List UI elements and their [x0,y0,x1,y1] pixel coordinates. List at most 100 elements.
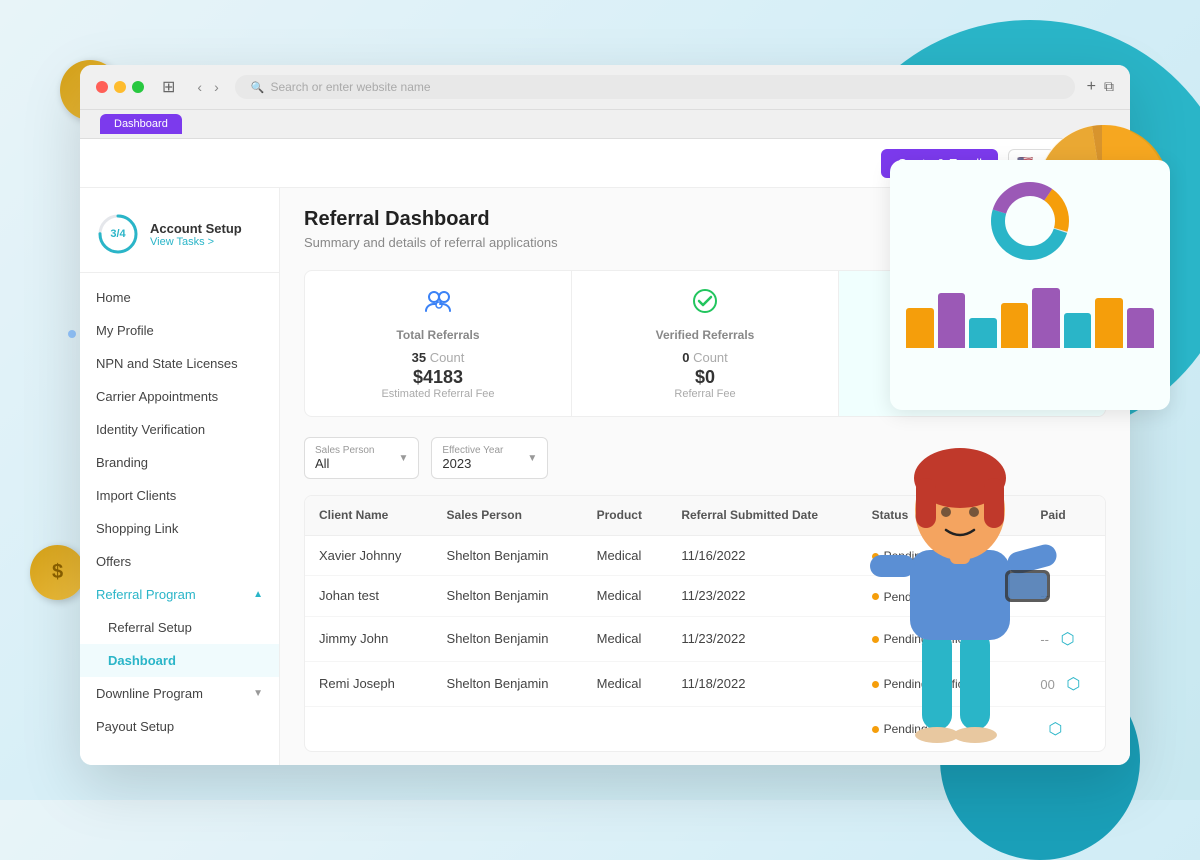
sidebar-item-home[interactable]: Home [80,281,279,314]
action-icon-2[interactable]: ⬡ [1061,631,1075,648]
cell-status-3: Pending Verification [858,661,1027,706]
active-tab[interactable]: Dashboard [100,114,182,134]
back-button[interactable]: ‹ [193,77,206,97]
minimize-button[interactable] [114,81,126,93]
verified-referrals-icon [592,287,818,322]
cell-product-4 [583,706,668,751]
cell-status-2: Pending Verification [858,616,1027,661]
coin-left: $ [30,545,85,600]
cell-date-2: 11/23/2022 [667,616,857,661]
home-label: Home [96,290,131,305]
effective-year-label: Effective Year [442,445,503,456]
sidebar-item-referral-setup[interactable]: Referral Setup [80,611,279,644]
cell-client-4 [305,706,433,751]
referral-table-element: Client Name Sales Person Product Referra… [305,496,1105,751]
stat-total-referrals: Total Referrals 35 Count $4183 Estimated… [305,271,572,416]
status-info-icon[interactable]: ⓘ [915,509,929,523]
th-product: Product [583,496,668,535]
cell-product-1: Medical [583,576,668,617]
chart-overlay [890,160,1170,410]
sidebar-item-my-profile[interactable]: My Profile [80,314,279,347]
sales-person-label: Sales Person [315,445,374,456]
sidebar-item-dashboard[interactable]: Dashboard [80,644,279,677]
referral-setup-label: Referral Setup [108,620,192,635]
cell-product-2: Medical [583,616,668,661]
sidebar-item-carrier-appointments[interactable]: Carrier Appointments [80,380,279,413]
donut-chart [906,176,1154,266]
action-icon-4[interactable]: ⬡ [1048,721,1062,738]
view-tasks-link[interactable]: View Tasks > [150,236,242,248]
cell-sales-3: Shelton Benjamin [433,661,583,706]
sidebar-item-branding[interactable]: Branding [80,446,279,479]
effective-year-filter[interactable]: Effective Year 2023 ▼ [431,437,548,479]
sidebar-item-downline-program[interactable]: Downline Program ▼ [80,677,279,710]
cell-paid-1: -- [1026,576,1105,617]
sidebar-item-npn-licenses[interactable]: NPN and State Licenses [80,347,279,380]
progress-text: 3/4 [110,228,125,240]
action-icon-3[interactable]: ⬡ [1066,676,1080,693]
sales-person-filter-inner: Sales Person All [315,445,374,471]
deco-dot-2 [68,330,76,338]
verified-referrals-sublabel: Referral Fee [592,388,818,400]
bar-1 [938,293,966,348]
account-setup: 3/4 Account Setup View Tasks > [80,204,279,273]
address-bar[interactable]: 🔍 Search or enter website name [235,75,1075,99]
sidebar-item-offers[interactable]: Offers [80,545,279,578]
downline-expand-icon: ▼ [253,688,263,699]
sidebar-toggle-icon[interactable]: ⊞ [156,75,181,99]
table-row: Remi JosephShelton BenjaminMedical11/18/… [305,661,1105,706]
cell-status-1: Pending Verification [858,576,1027,617]
effective-year-value: 2023 [442,456,503,471]
effective-year-filter-inner: Effective Year 2023 [442,445,503,471]
total-referrals-icon [325,287,551,322]
cell-sales-4 [433,706,583,751]
referral-program-label: Referral Program [96,587,196,602]
bar-6 [1095,298,1123,348]
referral-expand-icon: ▲ [253,589,263,600]
effective-year-chevron: ▼ [527,453,537,464]
bar-3 [1001,303,1029,348]
th-referral-date: Referral Submitted Date [667,496,857,535]
cell-client-2: Jimmy John [305,616,433,661]
stat-verified-referrals: Verified Referrals 0 Count $0 Referral F… [572,271,839,416]
forward-button[interactable]: › [210,77,223,97]
cell-paid-4: ⬡ [1026,706,1105,751]
new-tab-icon[interactable]: + [1087,78,1096,96]
maximize-button[interactable] [132,81,144,93]
table-row: Jimmy JohnShelton BenjaminMedical11/23/2… [305,616,1105,661]
tab-bar: Dashboard [80,110,1130,139]
cell-product-0: Medical [583,535,668,576]
copy-icon[interactable]: ⧉ [1104,78,1114,96]
cell-client-3: Remi Joseph [305,661,433,706]
bar-5 [1064,313,1092,348]
search-icon: 🔍 [251,81,265,94]
browser-actions: + ⧉ [1087,78,1114,96]
sales-person-filter[interactable]: Sales Person All ▼ [304,437,419,479]
total-referrals-amount: $4183 [325,367,551,388]
downline-label: Downline Program [96,686,203,701]
sidebar-item-referral-program[interactable]: Referral Program ▲ [80,578,279,611]
progress-circle: 3/4 [96,212,140,256]
cell-client-1: Johan test [305,576,433,617]
window-controls [96,81,144,93]
setup-title: Account Setup [150,221,242,236]
browser-chrome: ⊞ ‹ › 🔍 Search or enter website name + ⧉ [80,65,1130,110]
th-sales-person: Sales Person [433,496,583,535]
close-button[interactable] [96,81,108,93]
sidebar-item-shopping-link[interactable]: Shopping Link [80,512,279,545]
sidebar: 3/4 Account Setup View Tasks > Home My P… [80,188,280,765]
nav-arrows: ‹ › [193,77,222,97]
total-referrals-count: 35 Count [325,350,551,365]
dashboard-label: Dashboard [108,653,176,668]
verified-referrals-count: 0 Count [592,350,818,365]
cell-paid-2: -- ⬡ [1026,616,1105,661]
cell-sales-0: Shelton Benjamin [433,535,583,576]
cell-date-4 [667,706,857,751]
cell-status-0: Pending Verification [858,535,1027,576]
sidebar-item-import-clients[interactable]: Import Clients [80,479,279,512]
table-header-row: Client Name Sales Person Product Referra… [305,496,1105,535]
sidebar-item-payout-setup[interactable]: Payout Setup [80,710,279,743]
sidebar-item-identity-verification[interactable]: Identity Verification [80,413,279,446]
bar-7 [1127,308,1155,348]
shopping-label: Shopping Link [96,521,178,536]
